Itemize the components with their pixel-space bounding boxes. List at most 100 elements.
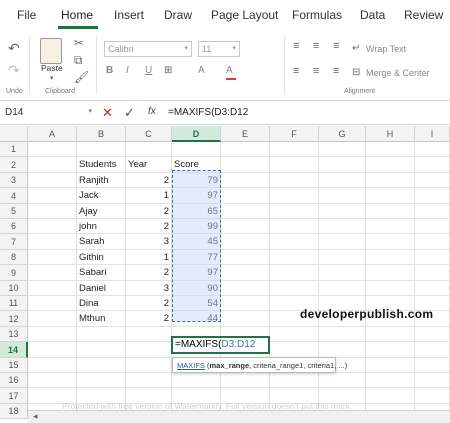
grid-cell[interactable] [77,342,126,358]
grid-cell[interactable] [366,157,415,173]
tab-formulas[interactable]: Formulas [292,8,342,22]
row-header[interactable]: 4 [0,188,28,204]
grid-cell[interactable]: Sabari [77,265,126,281]
row-header[interactable]: 3 [0,173,28,188]
grid-cell[interactable] [77,373,126,388]
grid-cell[interactable] [319,142,366,157]
grid-cell[interactable] [270,327,319,342]
grid-cell[interactable] [366,142,415,157]
grid-cell[interactable]: Jack [77,188,126,204]
grid-cell[interactable] [28,250,77,265]
row-header[interactable]: 12 [0,311,28,327]
row-header[interactable]: 18 [0,404,28,419]
row-header[interactable]: 2 [0,157,28,173]
grid-cell[interactable] [28,157,77,173]
grid-cell[interactable] [319,281,366,296]
align-left-icon[interactable]: ≡ [293,65,299,77]
grid-cell[interactable] [415,373,450,388]
grid-cell[interactable] [319,157,366,173]
grid-cell[interactable] [415,342,450,358]
grid-cell[interactable] [415,327,450,342]
grid-cell[interactable] [415,219,450,234]
grid-cell[interactable] [221,234,270,250]
grid-cell[interactable] [77,327,126,342]
grid-cell[interactable] [366,281,415,296]
grid-cell[interactable] [270,281,319,296]
scroll-left-icon[interactable]: ◂ [33,411,38,422]
grid-cell[interactable]: 2 [126,173,172,188]
grid-cell[interactable] [221,188,270,204]
row-header[interactable]: 9 [0,265,28,281]
grid-cell[interactable]: Dina [77,296,126,311]
tab-draw[interactable]: Draw [164,8,192,22]
wrap-text-button[interactable]: Wrap Text [366,44,406,54]
grid-cell[interactable]: Daniel [77,281,126,296]
grid-cell[interactable] [28,204,77,219]
row-header[interactable]: 11 [0,296,28,311]
column-header[interactable]: G [319,126,366,142]
grid-cell[interactable] [77,142,126,157]
grid-cell[interactable] [270,265,319,281]
cancel-icon[interactable]: ✕ [102,105,113,121]
row-header[interactable]: 17 [0,388,28,404]
tab-data[interactable]: Data [360,8,385,22]
align-top-icon[interactable]: ≡ [293,40,299,52]
paste-icon[interactable] [40,38,62,64]
grid-cell[interactable]: john [77,219,126,234]
row-header[interactable]: 8 [0,250,28,265]
grid-cell[interactable] [221,219,270,234]
grid-cell[interactable] [28,358,77,373]
grid-cell[interactable] [366,250,415,265]
tab-page-layout[interactable]: Page Layout [211,8,278,22]
grid-cell[interactable] [221,250,270,265]
row-header[interactable]: 1 [0,142,28,157]
grid-cell[interactable] [415,173,450,188]
active-cell-editor[interactable]: =MAXIFS(D3:D12 [171,336,270,354]
tab-home[interactable]: Home [61,8,93,22]
row-header[interactable]: 10 [0,281,28,296]
grid-cell[interactable]: Sarah [77,234,126,250]
grid-cell[interactable] [319,342,366,358]
grid-cell[interactable] [172,142,221,157]
grid-cell[interactable] [28,311,77,327]
grid-cell[interactable] [221,142,270,157]
copy-icon[interactable]: ⧉ [74,54,83,66]
grid-cell[interactable] [366,358,415,373]
grid-cell[interactable] [28,281,77,296]
font-size-box[interactable]: 11 ▾ [198,41,240,57]
formula-input[interactable]: =MAXIFS(D3:D12 [168,107,248,118]
grid-cell[interactable] [366,234,415,250]
grid-cell[interactable] [415,142,450,157]
align-right-icon[interactable]: ≡ [333,65,339,77]
row-header[interactable]: 7 [0,234,28,250]
grid-cell[interactable]: 1 [126,250,172,265]
grid-cell[interactable] [221,281,270,296]
name-box[interactable]: D14 ▾ [0,104,96,122]
align-middle-icon[interactable]: ≡ [313,40,319,52]
column-header[interactable]: A [28,126,77,142]
grid-cell[interactable] [270,157,319,173]
grid-cell[interactable] [126,327,172,342]
grid-cell[interactable] [221,265,270,281]
row-header[interactable]: 15 [0,358,28,373]
merge-icon[interactable]: ⊟ [352,67,360,79]
grid-cell[interactable] [366,342,415,358]
grid-cell[interactable] [270,342,319,358]
enter-icon[interactable]: ✓ [124,105,135,121]
tab-review[interactable]: Review [404,8,443,22]
grid-cell[interactable]: 2 [126,204,172,219]
format-painter-icon[interactable]: 🖌 [74,71,89,83]
grid-cell[interactable] [126,373,172,388]
grid-cell[interactable] [366,204,415,219]
row-header[interactable]: 5 [0,204,28,219]
grid-cell[interactable] [366,173,415,188]
grid-cell[interactable] [28,342,77,358]
merge-center-button[interactable]: Merge & Center [366,68,430,78]
grid-cell[interactable] [221,173,270,188]
grid-cell[interactable]: 3 [126,234,172,250]
column-header-selected[interactable]: D [172,126,221,142]
column-header[interactable]: F [270,126,319,142]
undo-icon[interactable]: ↶ [8,41,20,55]
grid-cell[interactable] [366,327,415,342]
grid-cell[interactable] [172,373,221,388]
